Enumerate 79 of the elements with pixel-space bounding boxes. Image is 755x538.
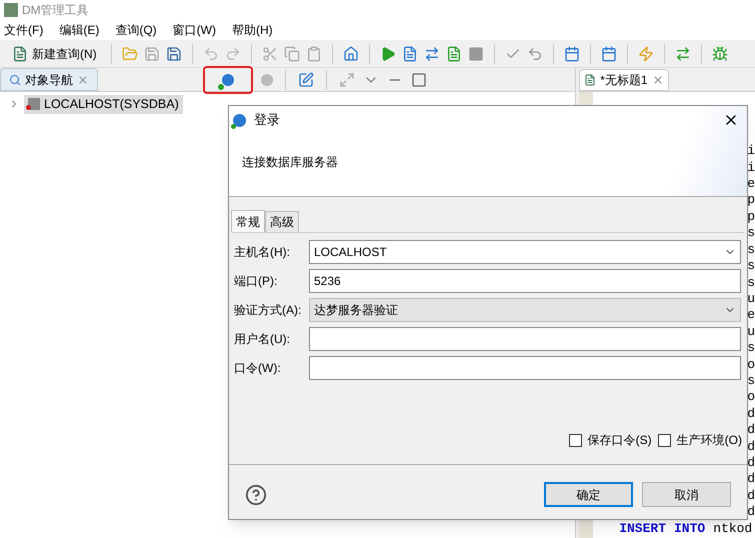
undo-icon[interactable] bbox=[202, 46, 219, 62]
dialog-title: 登录 bbox=[254, 111, 280, 130]
app-icon bbox=[4, 3, 18, 17]
redo-icon[interactable] bbox=[224, 46, 241, 62]
code-keyword: INTO bbox=[674, 520, 706, 537]
checkbox-label: 生产环境(O) bbox=[676, 432, 742, 449]
save-all-icon[interactable] bbox=[166, 46, 182, 62]
field-label: 验证方式(A): bbox=[233, 302, 302, 319]
tab[interactable]: 高级 bbox=[265, 211, 299, 232]
home-icon[interactable] bbox=[342, 46, 359, 62]
server-icon bbox=[28, 98, 40, 110]
help-icon[interactable] bbox=[245, 484, 267, 506]
input-field[interactable] bbox=[309, 356, 741, 380]
tab[interactable]: 常规 bbox=[231, 210, 265, 232]
folder-icon[interactable] bbox=[122, 46, 138, 62]
tab-label: 对象导航 bbox=[25, 72, 73, 88]
code-line: o bbox=[747, 356, 755, 373]
code-line: e bbox=[747, 307, 755, 324]
field-label: 用户名(U): bbox=[233, 331, 291, 348]
menu-item[interactable]: 编辑(E) bbox=[59, 21, 100, 39]
code-line: s bbox=[747, 372, 755, 390]
field-label: 主机名(H): bbox=[233, 244, 291, 261]
menu-item[interactable]: 窗口(W) bbox=[172, 21, 216, 39]
field-label: 端口(P): bbox=[233, 273, 278, 290]
checkbox[interactable] bbox=[568, 434, 582, 446]
navigator-tab[interactable]: 对象导航 bbox=[0, 68, 98, 91]
paste-icon[interactable] bbox=[306, 46, 322, 62]
code-line: i bbox=[747, 143, 755, 160]
tree-item[interactable]: LOCALHOST(SYSDBA) bbox=[24, 95, 183, 114]
run-icon[interactable] bbox=[380, 46, 396, 62]
editor-tab[interactable]: *无标题1 bbox=[579, 69, 669, 91]
input-field[interactable]: 5236 bbox=[309, 269, 741, 293]
dialog-subtitle: 连接数据库服务器 bbox=[242, 154, 338, 171]
cancel-button[interactable]: 取消 bbox=[642, 482, 731, 507]
code-line: d bbox=[747, 454, 755, 472]
input-field[interactable] bbox=[309, 327, 741, 351]
code-line: i bbox=[747, 160, 755, 176]
maximize-icon[interactable] bbox=[411, 72, 428, 88]
new-query-button[interactable]: 新建查询(N) bbox=[8, 44, 101, 62]
code-line: o bbox=[747, 389, 755, 406]
checkbox-label: 保存口令(S) bbox=[588, 432, 652, 449]
tab-label: *无标题1 bbox=[600, 72, 648, 89]
edit-icon[interactable] bbox=[298, 72, 314, 88]
field-label: 口令(W): bbox=[233, 360, 282, 377]
code-line: d bbox=[747, 471, 755, 488]
code-line: s bbox=[747, 274, 755, 291]
sql-file-icon bbox=[12, 46, 28, 62]
save-icon[interactable] bbox=[144, 46, 160, 62]
code-line: d bbox=[747, 488, 755, 504]
expand-icon[interactable] bbox=[339, 72, 356, 88]
window-title: DM管理工具 bbox=[22, 2, 89, 19]
copy-icon[interactable] bbox=[284, 46, 300, 62]
code-line: s bbox=[747, 242, 755, 258]
bug-icon[interactable] bbox=[712, 46, 728, 62]
dropdown-field[interactable]: LOCALHOST bbox=[309, 240, 741, 264]
code-line: e bbox=[747, 176, 755, 192]
checkbox[interactable] bbox=[658, 434, 671, 446]
code-line: d bbox=[747, 422, 755, 439]
menu-item[interactable]: 帮助(H) bbox=[232, 21, 273, 39]
cut-icon[interactable] bbox=[262, 46, 278, 62]
code-text: ntkod bbox=[713, 520, 752, 537]
code-keyword: INSERT bbox=[619, 520, 666, 537]
code-line: d bbox=[747, 504, 755, 521]
menu-item[interactable]: 文件(F) bbox=[4, 21, 44, 39]
code-line: s bbox=[747, 258, 755, 274]
rollback-icon[interactable] bbox=[526, 46, 543, 62]
code-line: u bbox=[747, 324, 755, 340]
code-line: s bbox=[747, 340, 755, 357]
code-line: d bbox=[747, 406, 755, 422]
ok-button[interactable]: 确定 bbox=[544, 482, 633, 507]
code-line: s bbox=[747, 225, 755, 242]
code-line: u bbox=[747, 290, 755, 308]
code-line: p bbox=[747, 208, 755, 226]
sql-file-icon bbox=[584, 74, 596, 86]
tree-label: LOCALHOST(SYSDBA) bbox=[44, 96, 179, 113]
code-line: d bbox=[747, 438, 755, 455]
stop-icon[interactable] bbox=[468, 46, 484, 62]
menu-item[interactable]: 查询(Q) bbox=[115, 21, 157, 39]
code-line: p bbox=[747, 192, 755, 209]
